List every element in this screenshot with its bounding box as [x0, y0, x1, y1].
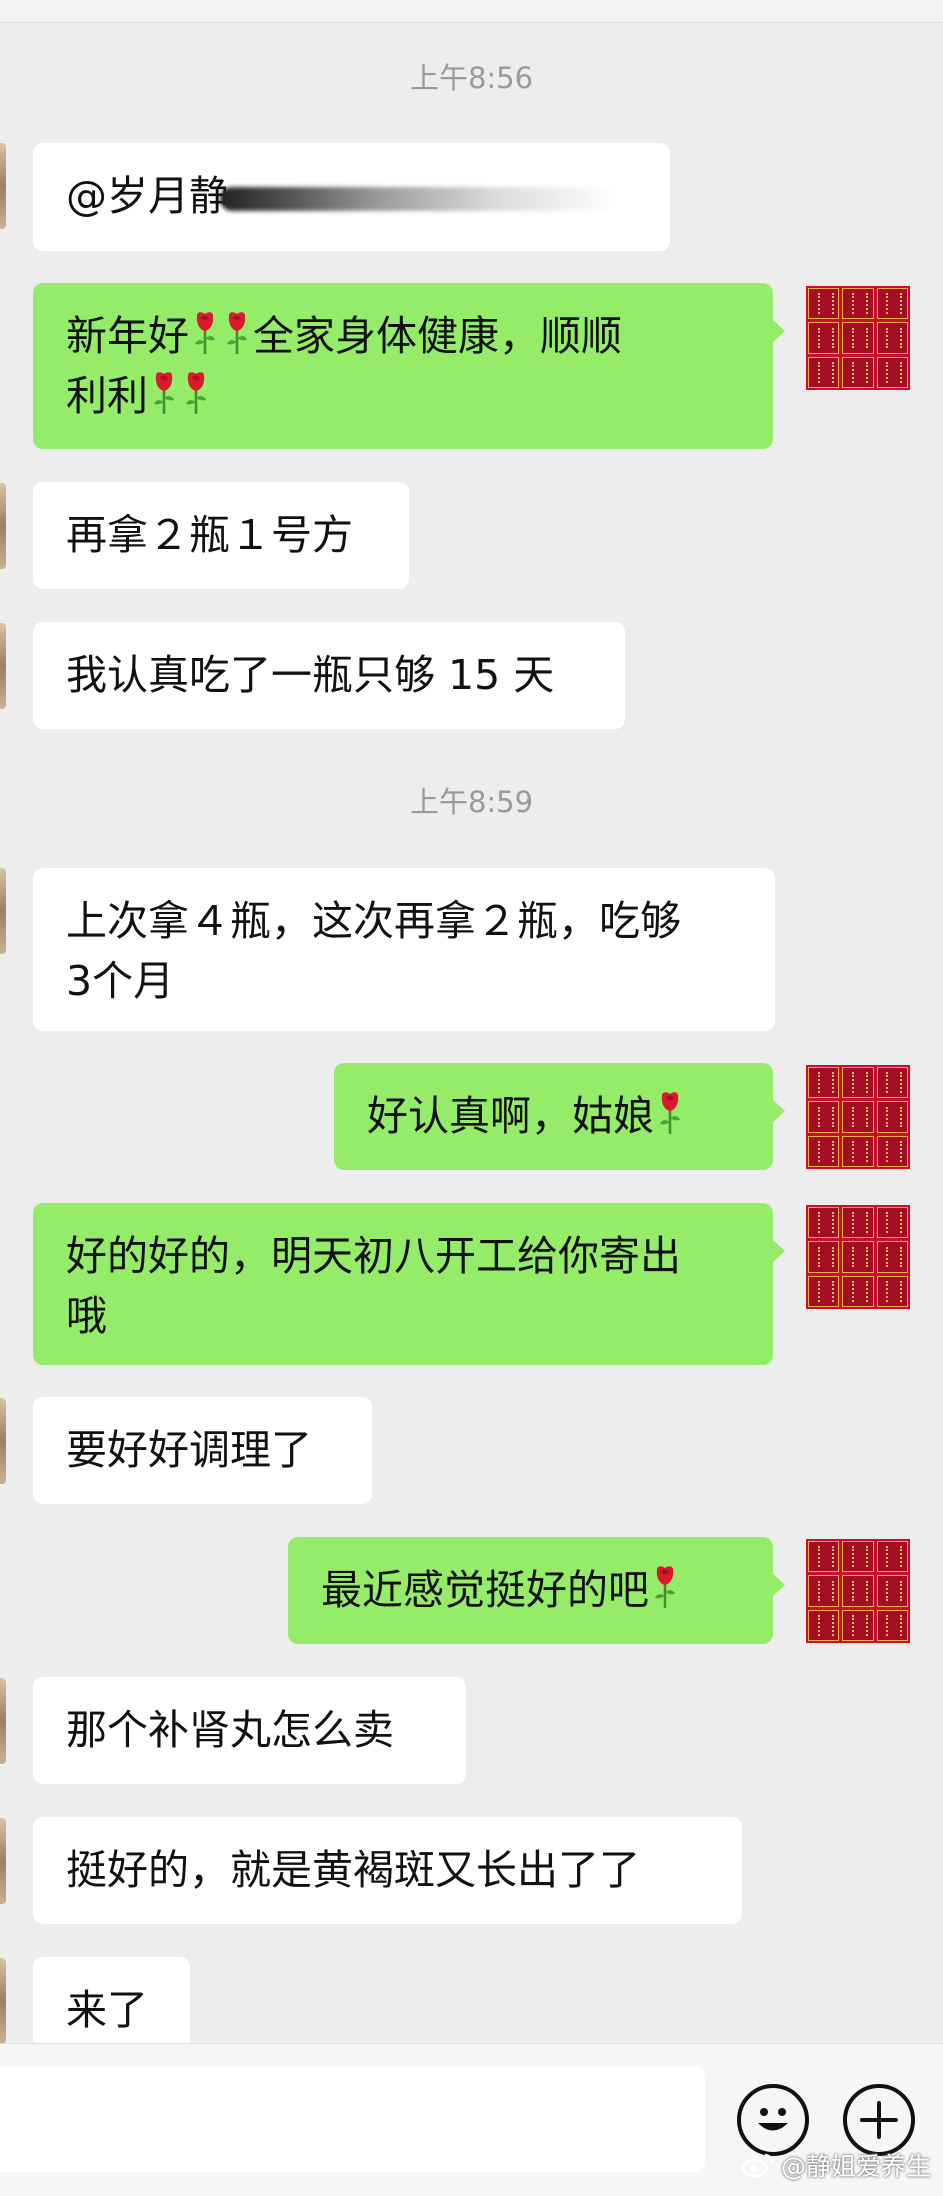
contact-avatar[interactable]	[0, 143, 6, 229]
message-text: 上次拿４瓶，这次再拿２瓶，吃够	[66, 897, 681, 945]
chat-message-incoming[interactable]: 那个补肾丸怎么卖	[33, 1677, 466, 1784]
top-status-strip	[0, 0, 943, 23]
message-text: 来了	[66, 1986, 148, 2034]
message-text: 我认真吃了一瓶只够 15 天	[66, 651, 555, 699]
message-text: 那个补肾丸怎么卖	[66, 1706, 394, 1754]
rose-icon	[652, 1564, 678, 1610]
contact-avatar[interactable]	[0, 1398, 6, 1484]
chat-message-incoming[interactable]: 要好好调理了	[33, 1397, 372, 1504]
redaction-mask	[220, 187, 615, 211]
chat-message-outgoing[interactable]: 新年好 全家身体健康，顺顺 利利	[33, 283, 785, 449]
weibo-logo-icon	[741, 2153, 775, 2178]
plus-icon[interactable]	[843, 2084, 915, 2156]
message-text: 好的好的，明天初八开工给你寄出	[66, 1232, 681, 1280]
watermark-text: @静姐爱养生	[780, 2152, 931, 2181]
rose-icon	[657, 1090, 683, 1136]
message-text: 挺好的，就是黄褐斑又长出了了	[66, 1846, 640, 1894]
message-text: 哦	[66, 1292, 107, 1340]
chat-message-incoming[interactable]: 我认真吃了一瓶只够 15 天	[33, 622, 625, 729]
chat-message-incoming[interactable]: 再拿２瓶１号方	[33, 482, 409, 589]
message-text: 好认真啊，姑娘	[367, 1092, 654, 1140]
message-text: 全家身体健康，顺顺	[253, 312, 622, 360]
my-avatar[interactable]	[806, 1205, 910, 1309]
message-line: 新年好 全家身体健康，顺顺	[66, 306, 740, 366]
chat-message-outgoing[interactable]: 好的好的，明天初八开工给你寄出 哦	[33, 1203, 785, 1365]
my-avatar[interactable]	[806, 1539, 910, 1643]
contact-avatar[interactable]	[0, 1818, 6, 1904]
chat-message-incoming[interactable]: @岁月静	[33, 143, 670, 251]
contact-avatar[interactable]	[0, 868, 6, 954]
message-text: 新年好	[66, 312, 189, 360]
chat-message-incoming[interactable]: 上次拿４瓶，这次再拿２瓶，吃够 3个月	[33, 868, 775, 1031]
my-avatar[interactable]	[806, 1065, 910, 1169]
message-text: 利利	[66, 372, 148, 420]
smiley-icon[interactable]	[737, 2084, 809, 2156]
contact-avatar[interactable]	[0, 483, 6, 569]
chat-message-outgoing[interactable]: 最近感觉挺好的吧	[288, 1537, 785, 1644]
timestamp: 上午8:56	[409, 61, 534, 95]
message-text: 要好好调理了	[66, 1426, 312, 1474]
message-text: 最近感觉挺好的吧	[321, 1566, 649, 1614]
weibo-watermark: @静姐爱养生	[741, 2147, 931, 2183]
contact-avatar[interactable]	[0, 1958, 6, 2044]
contact-avatar[interactable]	[0, 623, 6, 709]
rose-icon	[183, 370, 209, 416]
rose-icon	[192, 310, 218, 356]
rose-icon	[151, 370, 177, 416]
contact-avatar[interactable]	[0, 1678, 6, 1764]
timestamp: 上午8:59	[409, 785, 534, 819]
rose-icon	[224, 310, 250, 356]
message-text: 再拿２瓶１号方	[66, 511, 353, 559]
message-line: 利利	[66, 366, 740, 426]
my-avatar[interactable]	[806, 286, 910, 390]
message-input[interactable]	[0, 2066, 705, 2172]
chat-message-outgoing[interactable]: 好认真啊，姑娘	[334, 1063, 785, 1170]
chat-message-incoming[interactable]: 挺好的，就是黄褐斑又长出了了	[33, 1817, 742, 1924]
mention-text: @岁月静	[66, 172, 230, 220]
message-text: 3个月	[66, 957, 175, 1005]
